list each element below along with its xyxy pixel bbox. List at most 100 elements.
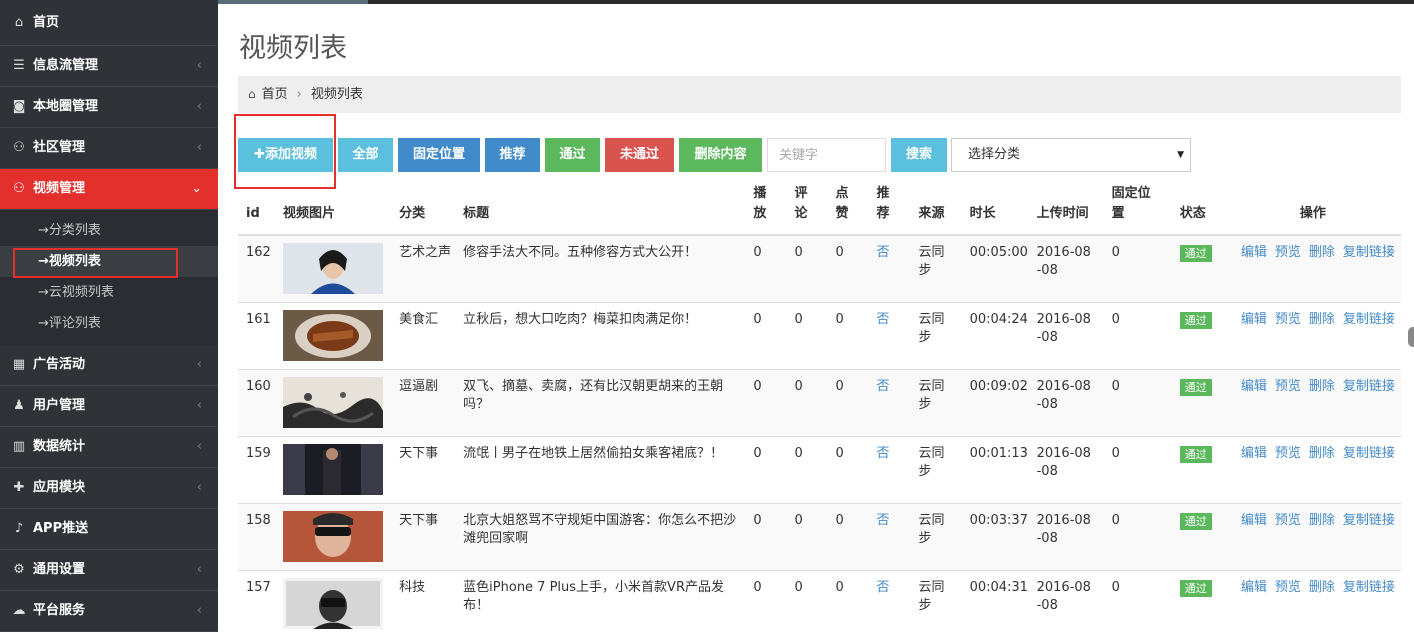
sidebar-item-stats[interactable]: ▥ 数据统计 ‹ (0, 427, 218, 468)
preview-link[interactable]: 预览 (1275, 513, 1301, 528)
filter-all-button[interactable]: 全部 (338, 138, 393, 172)
category-select[interactable]: 选择分类 ▼ (951, 138, 1191, 172)
search-button[interactable]: 搜索 (891, 138, 947, 172)
submenu-cloud-video-list[interactable]: →云视频列表 (0, 277, 218, 308)
cell-thumbnail[interactable] (275, 301, 392, 369)
recommend-toggle[interactable]: 否 (877, 580, 890, 595)
cell-thumbnail[interactable] (275, 435, 392, 503)
edit-link[interactable]: 编辑 (1241, 513, 1267, 528)
cell-recommend[interactable]: 否 (868, 435, 911, 503)
recommend-toggle[interactable]: 否 (877, 513, 890, 528)
filter-pass-button[interactable]: 通过 (545, 138, 600, 172)
video-thumbnail[interactable] (283, 443, 384, 495)
recommend-toggle[interactable]: 否 (877, 446, 890, 461)
cell-category: 天下事 (391, 502, 456, 570)
cell-recommend[interactable]: 否 (868, 502, 911, 570)
recommend-toggle[interactable]: 否 (877, 379, 890, 394)
delete-link[interactable]: 删除 (1309, 513, 1335, 528)
col-header: 视频图片 (275, 184, 392, 236)
cell-recommend[interactable]: 否 (868, 368, 911, 436)
sidebar-item-local[interactable]: ◙ 本地圈管理 ‹ (0, 87, 218, 128)
breadcrumb-home[interactable]: 首页 (262, 87, 288, 102)
video-thumbnail[interactable] (283, 510, 384, 562)
delete-link[interactable]: 删除 (1309, 312, 1335, 327)
video-thumbnail[interactable] (283, 376, 384, 428)
filter-fail-button[interactable]: 未通过 (605, 138, 674, 172)
filter-deleted-button[interactable]: 删除内容 (679, 138, 762, 172)
col-header[interactable]: 评论 (786, 184, 828, 236)
col-header[interactable]: id (238, 184, 276, 236)
cell-recommend[interactable]: 否 (868, 301, 911, 369)
cell-recommend[interactable]: 否 (868, 234, 911, 302)
cell-thumbnail[interactable] (275, 502, 392, 570)
preview-link[interactable]: 预览 (1275, 446, 1301, 461)
preview-link[interactable]: 预览 (1275, 379, 1301, 394)
sidebar-item-ads[interactable]: ▦ 广告活动 ‹ (0, 345, 218, 386)
chevron-left-icon: ‹ (196, 439, 202, 454)
copy-link-link[interactable]: 复制链接 (1343, 513, 1395, 528)
sidebar-item-platform[interactable]: ☁ 平台服务 ‹ (0, 591, 218, 632)
copy-link-link[interactable]: 复制链接 (1343, 379, 1395, 394)
sidebar-item-home[interactable]: ⌂ 首页 (0, 0, 218, 46)
cell-actions: 编辑 预览 删除 复制链接 (1224, 234, 1401, 302)
recommend-toggle[interactable]: 否 (877, 312, 890, 327)
edit-link[interactable]: 编辑 (1241, 580, 1267, 595)
sidebar-item-feed[interactable]: ☰ 信息流管理 ‹ (0, 46, 218, 87)
col-header[interactable]: 上传时间 (1028, 184, 1104, 236)
video-submenu: →分类列表 →视频列表 →云视频列表 →评论列表 (0, 210, 218, 345)
edit-link[interactable]: 编辑 (1241, 312, 1267, 327)
cell-category: 艺术之声 (391, 234, 456, 302)
recommend-toggle[interactable]: 否 (877, 245, 890, 260)
delete-link[interactable]: 删除 (1309, 580, 1335, 595)
preview-link[interactable]: 预览 (1275, 245, 1301, 260)
user-icon: ♟ (13, 398, 25, 413)
submenu-video-list[interactable]: →视频列表 (0, 246, 218, 278)
edit-link[interactable]: 编辑 (1241, 245, 1267, 260)
cell-duration: 00:04:31 (961, 569, 1029, 632)
scrollbar-handle[interactable] (1408, 327, 1414, 347)
copy-link-link[interactable]: 复制链接 (1343, 580, 1395, 595)
home-icon: ⌂ (14, 15, 24, 30)
cell-thumbnail[interactable] (275, 234, 392, 302)
preview-link[interactable]: 预览 (1275, 580, 1301, 595)
cell-duration: 00:03:37 (961, 502, 1029, 570)
video-thumbnail[interactable] (283, 577, 384, 629)
delete-link[interactable]: 删除 (1309, 379, 1335, 394)
sidebar-item-modules[interactable]: ✚ 应用模块 ‹ (0, 468, 218, 509)
sidebar-item-push[interactable]: ♪ APP推送 (0, 509, 218, 550)
cell-thumbnail[interactable] (275, 368, 392, 436)
edit-link[interactable]: 编辑 (1241, 379, 1267, 394)
sidebar-item-community[interactable]: ⚇ 社区管理 ‹ (0, 128, 218, 169)
cell-id: 161 (238, 301, 276, 369)
keyword-input[interactable] (767, 138, 886, 172)
video-thumbnail[interactable] (283, 243, 384, 294)
copy-link-link[interactable]: 复制链接 (1343, 446, 1395, 461)
col-header[interactable]: 推荐 (868, 184, 911, 236)
col-header[interactable]: 点赞 (827, 184, 869, 236)
copy-link-link[interactable]: 复制链接 (1343, 245, 1395, 260)
col-header[interactable]: 固定位置 (1103, 184, 1172, 236)
add-video-button[interactable]: ✚添加视频 (238, 138, 333, 172)
delete-link[interactable]: 删除 (1309, 446, 1335, 461)
table-row: 161 美食汇 立秋后，想大口吃肉？梅菜扣肉满足你！ 0 0 0 否云同步 00:04:24 2… (238, 301, 1401, 369)
submenu-category-list[interactable]: →分类列表 (0, 215, 218, 246)
filter-recommend-button[interactable]: 推荐 (485, 138, 540, 172)
edit-link[interactable]: 编辑 (1241, 446, 1267, 461)
cell-fixed-position: 0 (1103, 368, 1172, 436)
sidebar-item-users[interactable]: ♟ 用户管理 ‹ (0, 386, 218, 427)
sidebar-item-settings[interactable]: ⚙ 通用设置 ‹ (0, 550, 218, 591)
cell-status: 通过 (1171, 301, 1225, 369)
submenu-comment-list[interactable]: →评论列表 (0, 308, 218, 339)
cell-recommend[interactable]: 否 (868, 569, 911, 632)
status-badge: 通过 (1179, 378, 1212, 396)
preview-link[interactable]: 预览 (1275, 312, 1301, 327)
cell-thumbnail[interactable] (275, 569, 392, 632)
cell-upload-time: 2016-08-08 (1028, 301, 1104, 369)
filter-fixed-button[interactable]: 固定位置 (398, 138, 480, 172)
video-thumbnail[interactable] (283, 309, 384, 361)
cell-plays: 0 (745, 435, 787, 503)
delete-link[interactable]: 删除 (1309, 245, 1335, 260)
col-header[interactable]: 播放 (745, 184, 787, 236)
sidebar-item-video[interactable]: ⚇ 视频管理 ⌄ (0, 169, 218, 210)
copy-link-link[interactable]: 复制链接 (1343, 312, 1395, 327)
